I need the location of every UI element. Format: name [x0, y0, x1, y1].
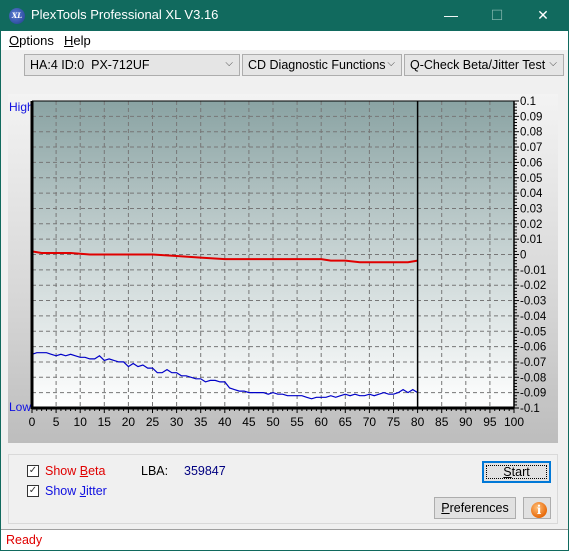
y-tick-label: -0.05: [520, 326, 546, 338]
y-tick-label: 0.07: [520, 142, 542, 154]
x-tick-label: 25: [146, 415, 160, 429]
show-jitter-checkbox[interactable]: ✓: [27, 485, 39, 497]
main-client-area: HA:4 ID:0 PX-712UF ⌵ CD Diagnostic Funct…: [1, 50, 568, 529]
show-jitter-label-pre: Show: [45, 484, 80, 498]
beta-jitter-chart: 0 5 10 15 20 25 30 35 40 45 50 55 60 65 70 75 80 85 90 95 10…: [29, 96, 547, 429]
x-tick-label: 45: [242, 415, 256, 429]
start-button-label: Start: [503, 465, 529, 479]
maximize-button[interactable]: ☐: [474, 0, 520, 31]
show-jitter-label-post: itter: [86, 484, 107, 498]
x-tick-label: 65: [339, 415, 353, 429]
show-beta-label-pre: Show: [45, 464, 80, 478]
y-tick-label: -0.1: [520, 403, 540, 415]
y-tick-label: -0.08: [520, 372, 546, 384]
x-tick-label: 85: [435, 415, 449, 429]
x-tick-label: 35: [194, 415, 208, 429]
x-tick-label: 75: [387, 415, 401, 429]
drive-select-value: HA:4 ID:0 PX-712UF: [30, 58, 150, 72]
y-tick-label: 0.09: [520, 111, 542, 123]
x-tick-label: 15: [98, 415, 112, 429]
status-bar: Ready: [1, 529, 568, 550]
x-tick-label: 80: [411, 415, 425, 429]
y-tick-label: 0.04: [520, 188, 543, 200]
show-beta-mnemonic: B: [79, 464, 89, 478]
title-bar: XL PlexTools Professional XL V3.16 — ☐ ✕: [0, 0, 569, 31]
control-panel: ✓ Show Beta ✓ Show Jitter LBA: 359847 St…: [8, 454, 558, 524]
start-button[interactable]: Start: [482, 461, 551, 483]
checkmark-icon: ✓: [28, 465, 38, 476]
y-tick-label: 0.06: [520, 157, 542, 169]
show-beta-label[interactable]: Show Beta: [45, 464, 105, 478]
y-tick-label: -0.01: [520, 265, 546, 277]
menu-help-mnemonic: H: [64, 33, 74, 48]
y-tick-label: -0.06: [520, 342, 546, 354]
checkmark-icon: ✓: [28, 485, 38, 496]
minimize-button[interactable]: —: [428, 0, 474, 31]
show-beta-checkbox[interactable]: ✓: [27, 465, 39, 477]
menu-options-mnemonic: O: [9, 33, 20, 48]
chevron-down-icon: ⌵: [387, 58, 395, 69]
y-tick-label: 0.05: [520, 173, 542, 185]
x-tick-label: 20: [122, 415, 136, 429]
x-tick-label: 95: [483, 415, 497, 429]
preferences-mnemonic: P: [441, 501, 450, 515]
show-beta-label-post: eta: [88, 464, 106, 478]
x-tick-label: 100: [504, 415, 524, 429]
drive-select[interactable]: HA:4 ID:0 PX-712UF ⌵: [24, 54, 240, 76]
function-select-value: CD Diagnostic Functions: [248, 58, 386, 72]
menu-bar: Options Help: [1, 31, 568, 50]
x-tick-label: 30: [170, 415, 184, 429]
info-button[interactable]: i: [523, 497, 551, 519]
xl-logo-icon: XL: [9, 8, 25, 24]
y-tick-label: -0.07: [520, 357, 546, 369]
x-tick-label: 40: [218, 415, 232, 429]
start-rest: tart: [511, 465, 530, 479]
test-select[interactable]: Q-Check Beta/Jitter Test ⌵: [404, 54, 564, 76]
preferences-rest: references: [449, 501, 509, 515]
x-tick-label: 60: [315, 415, 329, 429]
y-tick-label: 0.1: [520, 96, 536, 108]
chevron-down-icon: ⌵: [549, 58, 557, 69]
y-tick-label: -0.09: [520, 388, 546, 400]
y-tick-label: 0.08: [520, 127, 542, 139]
window-title: PlexTools Professional XL V3.16: [31, 7, 219, 22]
menu-options[interactable]: Options: [9, 33, 54, 48]
y-tick-label: 0: [520, 250, 526, 262]
x-tick-label: 90: [459, 415, 473, 429]
x-tick-label: 55: [290, 415, 304, 429]
y-tick-label: -0.02: [520, 280, 546, 292]
y-tick-label: 0.01: [520, 234, 542, 246]
x-tick-label: 0: [29, 415, 36, 429]
menu-options-label: ptions: [19, 33, 54, 48]
chart-panel: High Low 0 5 10 15 20 25 30 35 40 45 50 55 60 65 70 75 8…: [8, 94, 558, 443]
x-tick-label: 10: [74, 415, 88, 429]
close-button[interactable]: ✕: [520, 0, 566, 31]
chevron-down-icon: ⌵: [225, 58, 233, 69]
y-tick-label: -0.04: [520, 311, 547, 323]
status-text: Ready: [6, 533, 43, 547]
x-tick-label: 50: [266, 415, 280, 429]
menu-help[interactable]: Help: [64, 33, 91, 48]
x-tick-label: 5: [53, 415, 60, 429]
y-tick-label: 0.02: [520, 219, 542, 231]
start-mnemonic: S: [503, 465, 512, 479]
menu-help-label: elp: [73, 33, 91, 48]
info-icon: i: [531, 502, 547, 518]
preferences-button[interactable]: Preferences: [434, 497, 516, 519]
lba-label: LBA:: [141, 464, 169, 478]
y-tick-label: -0.03: [520, 296, 546, 308]
lba-value: 359847: [184, 464, 226, 478]
function-select[interactable]: CD Diagnostic Functions ⌵: [242, 54, 402, 76]
show-jitter-label[interactable]: Show Jitter: [45, 484, 107, 498]
x-tick-label: 70: [363, 415, 377, 429]
test-select-value: Q-Check Beta/Jitter Test: [410, 58, 546, 72]
y-tick-label: 0.03: [520, 203, 542, 215]
